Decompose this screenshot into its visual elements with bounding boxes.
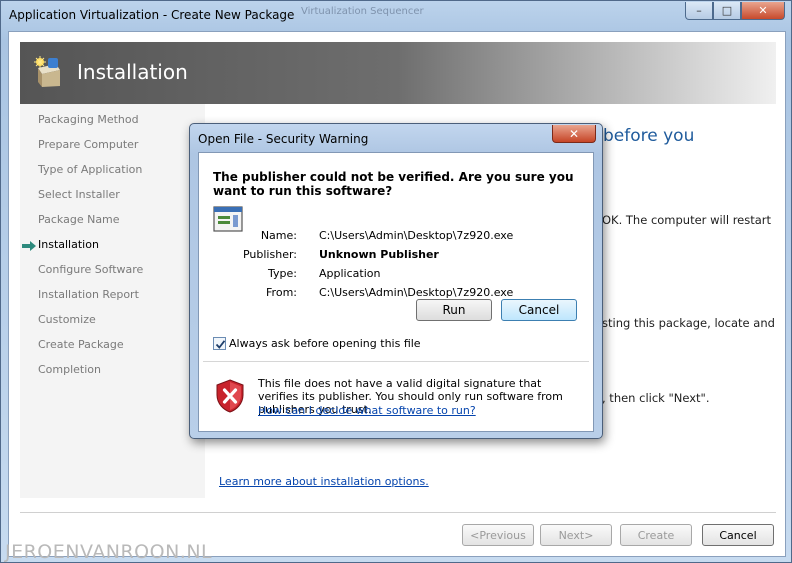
main-text-next: , then click "Next". — [602, 391, 710, 405]
main-heading: before you — [603, 126, 695, 146]
step-packaging-method: Packaging Method — [38, 113, 139, 126]
step-completion: Completion — [38, 363, 102, 376]
window-close-button[interactable]: ✕ — [741, 2, 785, 20]
from-label: From: — [266, 286, 297, 299]
step-prepare-computer: Prepare Computer — [38, 138, 139, 151]
wizard-steps: Packaging Method Prepare Computer Type o… — [20, 104, 205, 498]
checkmark-icon — [215, 340, 226, 349]
watermark: JEROENVANROON.NL — [5, 541, 213, 563]
step-type-of-application: Type of Application — [38, 163, 143, 176]
caption-buttons: – □ ✕ — [685, 2, 785, 20]
always-ask-checkbox[interactable] — [213, 337, 226, 350]
window-title: Application Virtualization - Create New … — [9, 8, 295, 22]
background-window-title: Virtualization Sequencer — [301, 6, 424, 17]
maximize-button[interactable]: □ — [713, 2, 741, 20]
main-text-locate: sting this package, locate and — [602, 316, 775, 330]
step-installation-report: Installation Report — [38, 288, 139, 301]
previous-button[interactable]: <Previous — [462, 524, 534, 546]
step-package-name: Package Name — [38, 213, 120, 226]
security-shield-icon — [216, 379, 244, 413]
dialog-close-button[interactable]: ✕ — [552, 125, 596, 143]
type-value: Application — [319, 267, 381, 280]
dialog-separator — [203, 361, 589, 362]
page-banner: Installation — [20, 42, 776, 104]
step-installation: Installation — [38, 238, 99, 251]
decide-software-link[interactable]: How can I decide what software to run? — [258, 404, 476, 417]
type-label: Type: — [268, 267, 297, 280]
security-warning-dialog: Open File - Security Warning ✕ The publi… — [189, 123, 603, 439]
dialog-body: The publisher could not be verified. Are… — [198, 152, 594, 432]
main-text-restart: OK. The computer will restart — [602, 213, 772, 227]
installer-box-icon — [34, 56, 60, 87]
step-create-package: Create Package — [38, 338, 124, 351]
dialog-title: Open File - Security Warning — [198, 132, 369, 146]
create-button[interactable]: Create — [620, 524, 692, 546]
always-ask-row[interactable]: Always ask before opening this file — [213, 337, 421, 350]
page-title: Installation — [77, 60, 188, 84]
minimize-button[interactable]: – — [685, 2, 713, 20]
wizard-cancel-button[interactable]: Cancel — [702, 524, 774, 546]
publisher-label: Publisher: — [242, 248, 297, 261]
next-button[interactable]: Next> — [540, 524, 612, 546]
step-select-installer: Select Installer — [38, 188, 120, 201]
footer-separator — [20, 512, 776, 513]
dialog-cancel-button[interactable]: Cancel — [501, 299, 577, 321]
current-step-arrow-icon — [22, 241, 36, 251]
always-ask-label: Always ask before opening this file — [229, 337, 421, 350]
run-button[interactable]: Run — [416, 299, 492, 321]
step-customize: Customize — [38, 313, 96, 326]
dialog-question: The publisher could not be verified. Are… — [213, 170, 574, 198]
step-configure-software: Configure Software — [38, 263, 144, 276]
name-label: Name: — [260, 229, 297, 242]
from-value: C:\Users\Admin\Desktop\7z920.exe — [319, 286, 514, 299]
name-value: C:\Users\Admin\Desktop\7z920.exe — [319, 229, 514, 242]
learn-more-link[interactable]: Learn more about installation options. — [219, 475, 429, 488]
publisher-value: Unknown Publisher — [319, 248, 439, 261]
